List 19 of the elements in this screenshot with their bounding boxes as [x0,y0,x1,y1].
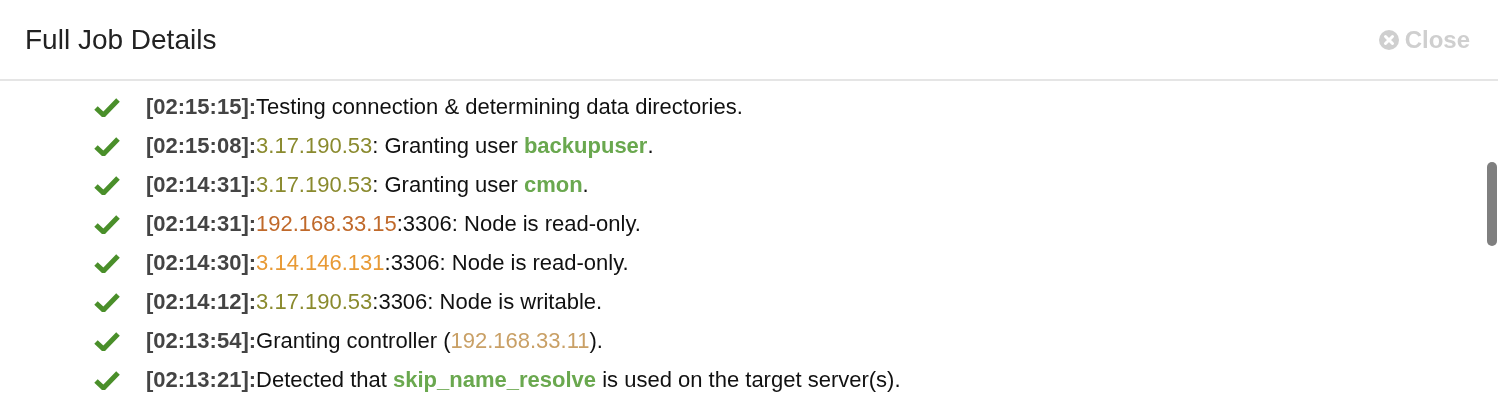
check-icon [94,370,120,390]
dialog-title: Full Job Details [25,25,217,54]
check-icon [94,175,120,195]
check-icon [94,136,120,156]
log-message: [02:14:31]:192.168.33.15:3306: Node is read-only. [146,213,641,235]
log-message: [02:13:54]:Granting controller (192.168.33.11). [146,330,603,352]
check-icon [94,292,120,312]
check-icon [94,253,120,273]
check-icon [94,97,120,117]
scrollbar-thumb[interactable] [1487,162,1497,246]
log-message: [02:13:21]:Detected that skip_name_resolve is used on the target server(s). [146,369,901,391]
log-message: [02:15:08]:3.17.190.53: Granting user backupuser. [146,135,654,157]
log-message: [02:14:30]:3.14.146.131:3306: Node is read-only. [146,252,629,274]
close-icon [1378,29,1399,50]
log-message: [02:14:31]:3.17.190.53: Granting user cmon. [146,174,589,196]
log-message: [02:14:12]:3.17.190.53:3306: Node is writable. [146,291,603,313]
log-message: [02:15:15]:Testing connection & determining data directories. [146,96,743,118]
check-icon [94,331,120,351]
check-icon [94,214,120,234]
